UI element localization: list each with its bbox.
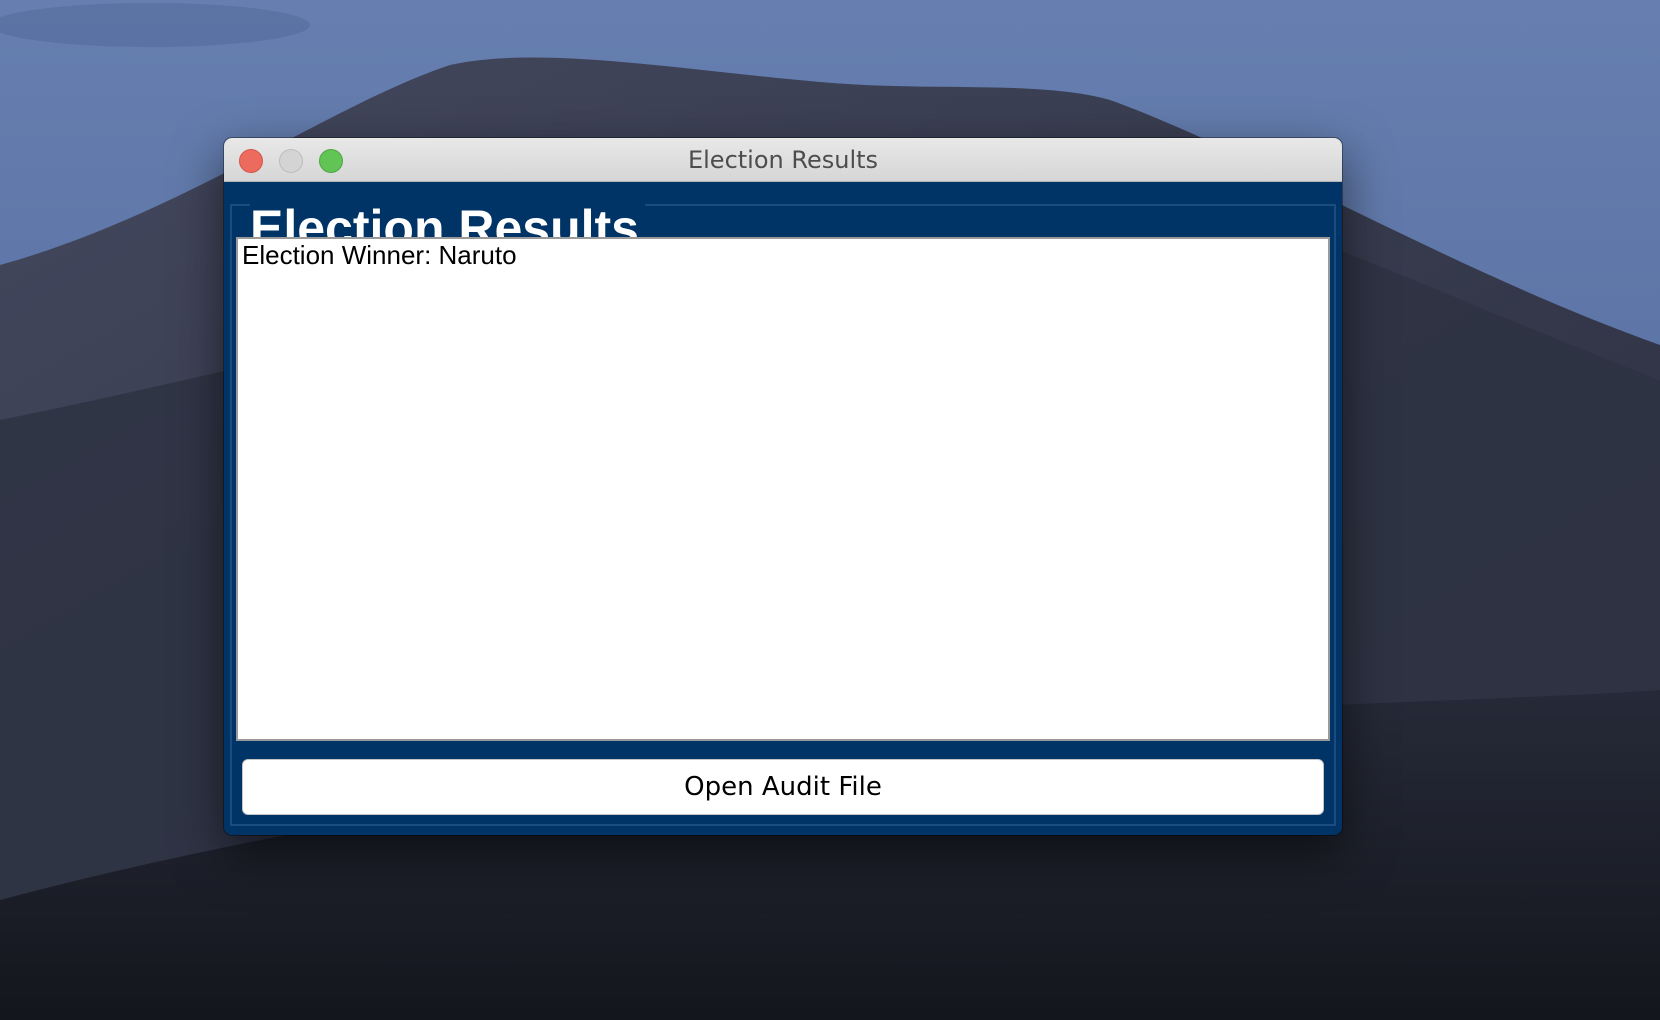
- election-results-window: Election Results Election Results Electi…: [224, 138, 1342, 835]
- results-text-area[interactable]: Election Winner: Naruto: [236, 237, 1330, 741]
- window-title: Election Results: [687, 146, 879, 174]
- window-content: Election Results Election Winner: Naruto…: [224, 182, 1342, 835]
- open-audit-file-button[interactable]: Open Audit File: [242, 759, 1324, 815]
- window-titlebar[interactable]: Election Results: [224, 138, 1342, 182]
